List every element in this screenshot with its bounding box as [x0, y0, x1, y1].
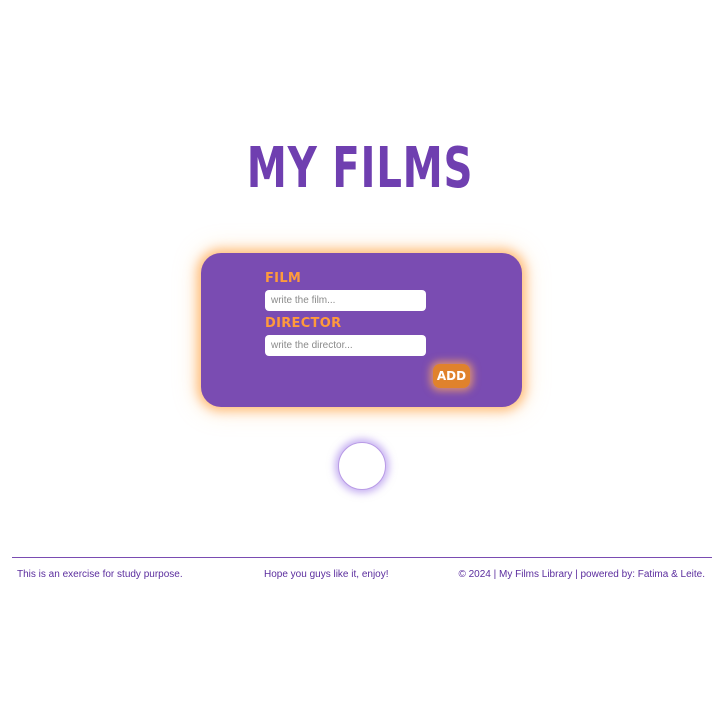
loading-circle [338, 442, 386, 490]
page: MY FILMS FILM DIRECTOR ADD This is an ex… [0, 0, 720, 720]
footer-divider [12, 557, 712, 558]
footer-center-text: Hope you guys like it, enjoy! [264, 569, 389, 580]
film-input[interactable] [265, 290, 426, 311]
director-input[interactable] [265, 335, 426, 356]
footer-left-text: This is an exercise for study purpose. [17, 569, 183, 580]
add-film-form: FILM DIRECTOR ADD [201, 253, 522, 407]
director-label: DIRECTOR [265, 316, 342, 331]
page-title: MY FILMS [246, 136, 474, 201]
film-label: FILM [265, 271, 302, 286]
footer-right-text: © 2024 | My Films Library | powered by: … [458, 569, 705, 580]
add-button[interactable]: ADD [433, 364, 470, 388]
